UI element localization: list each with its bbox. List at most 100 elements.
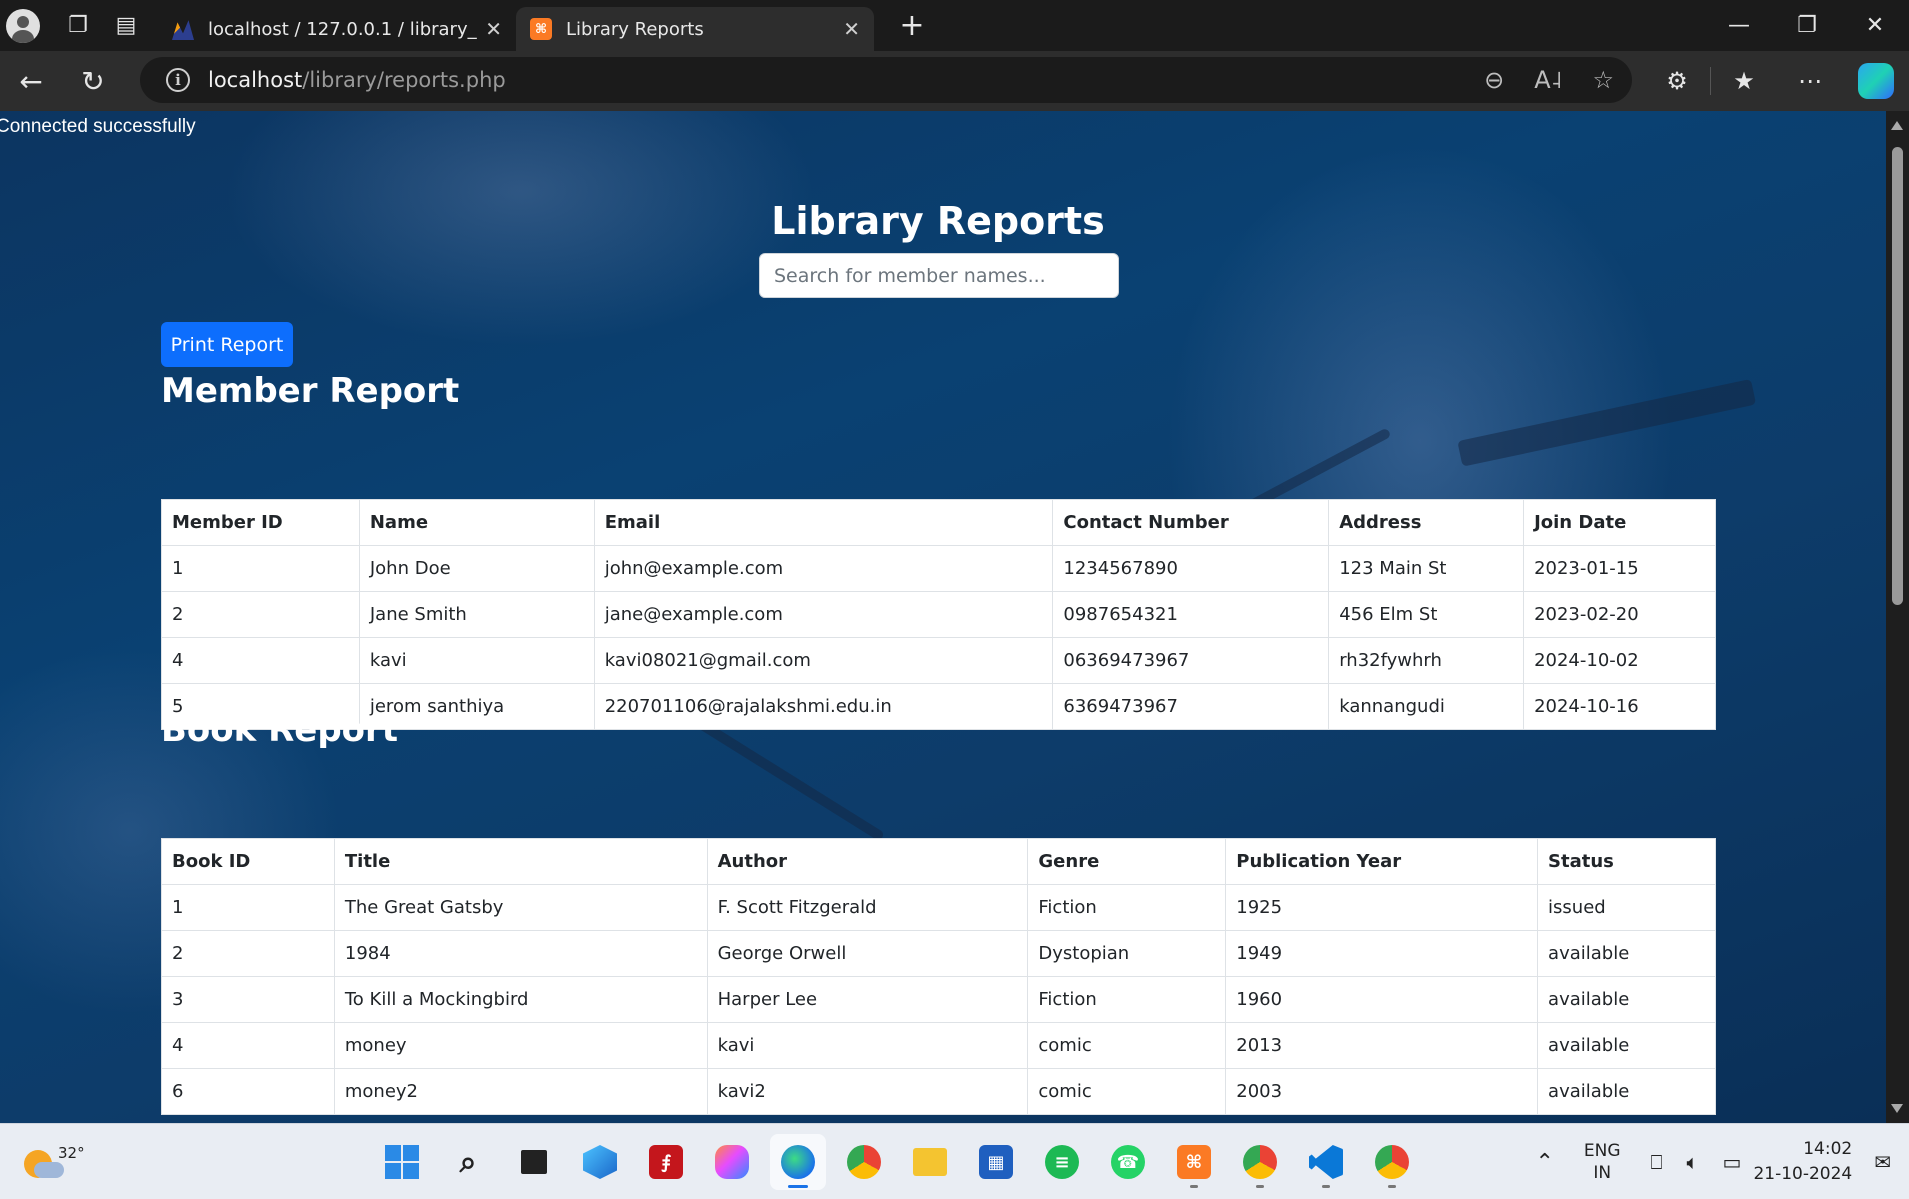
store-button[interactable]: ▦ [968,1134,1024,1190]
file-explorer-button[interactable] [902,1134,958,1190]
chrome-button[interactable] [836,1134,892,1190]
table-cell: 2023-01-15 [1523,545,1716,592]
app-cube-button[interactable] [572,1134,628,1190]
taskbar-search-button[interactable]: ⌕ [440,1134,496,1190]
print-report-button[interactable]: Print Report [161,322,293,367]
clock[interactable]: 14:02 21-10-2024 [1753,1137,1852,1187]
table-cell: 2024-10-16 [1523,683,1716,730]
task-view-button[interactable] [506,1134,562,1190]
table-cell: kavi08021@gmail.com [593,637,1054,684]
network-icon[interactable]: ⎕ [1651,1150,1663,1174]
column-header: Email [593,499,1054,546]
weather-widget[interactable]: 32° [20,1136,85,1182]
table-cell: The Great Gatsby [333,884,708,931]
page-scrollbar[interactable] [1886,111,1909,1123]
table-cell: kannangudi [1328,683,1525,730]
scroll-down-arrow-icon[interactable] [1891,1104,1903,1113]
spotify-button[interactable]: ≡ [1034,1134,1090,1190]
table-cell: 0987654321 [1052,591,1330,638]
start-button[interactable] [374,1134,430,1190]
table-row: 4 money kavi comic 2013 available [161,1022,1716,1069]
edge-icon [781,1145,815,1179]
back-icon[interactable]: ← [0,56,62,106]
close-icon[interactable]: ✕ [485,17,502,41]
table-cell: 1 [161,884,335,931]
chrome-dev-button[interactable] [1364,1134,1420,1190]
xampp-icon: ⌘ [1177,1145,1211,1179]
vertical-tabs-icon[interactable]: ▤ [102,6,150,46]
scroll-up-arrow-icon[interactable] [1891,121,1903,130]
column-header: Title [333,838,708,885]
taskbar-apps: ⌕ ⨎ ▦ ≡ ☎ ⌘ [374,1134,1420,1190]
scrollbar-thumb[interactable] [1892,147,1903,605]
whatsapp-button[interactable]: ☎ [1100,1134,1156,1190]
close-icon[interactable]: ✕ [843,17,860,41]
acrobat-button[interactable]: ⨎ [638,1134,694,1190]
copilot-app-button[interactable] [704,1134,760,1190]
table-cell: kavi2 [706,1068,1029,1115]
table-cell: comic [1027,1068,1227,1115]
table-cell: 3 [161,976,335,1023]
book-report-table: Book ID Title Author Genre Publication Year S… [161,838,1716,1115]
favorites-icon[interactable]: ★ [1711,67,1777,95]
table-cell: Jane Smith [358,591,595,638]
chevron-up-icon[interactable]: ⌃ [1535,1150,1553,1175]
table-cell: available [1537,976,1716,1023]
table-row: 2 Jane Smith jane@example.com 0987654321 456… [161,591,1716,638]
spotify-icon: ≡ [1045,1145,1079,1179]
table-cell: available [1537,1022,1716,1069]
chrome-dev-icon [1375,1145,1409,1179]
close-window-icon[interactable]: ✕ [1841,0,1909,51]
table-cell: 1984 [333,930,708,977]
region-code: IN [1593,1163,1612,1183]
table-row: 1 John Doe john@example.com 1234567890 123 M… [161,545,1716,592]
table-cell: money2 [333,1068,708,1115]
notifications-icon[interactable]: ✉ [1874,1150,1891,1174]
whatsapp-icon: ☎ [1111,1145,1145,1179]
table-cell: kavi [358,637,595,684]
table-cell: To Kill a Mockingbird [333,976,708,1023]
workspaces-icon[interactable]: ❐ [54,6,102,46]
copilot-icon[interactable] [1858,63,1894,99]
store-icon: ▦ [979,1145,1013,1179]
address-bar[interactable]: i localhost/library/reports.php ⊖ A˨ ☆ [140,57,1632,103]
table-row: 4 kavi kavi08021@gmail.com 06369473967 rh32f… [161,637,1716,684]
refresh-icon[interactable]: ↻ [62,56,124,106]
site-info-icon[interactable]: i [166,68,190,92]
language-indicator[interactable]: ENG IN [1584,1140,1621,1184]
read-aloud-icon[interactable]: A˨ [1534,66,1562,94]
table-cell: money [333,1022,708,1069]
tab-library-reports[interactable]: ⌘ Library Reports ✕ [516,7,874,51]
profile-avatar-icon[interactable] [6,8,40,43]
tab-phpmyadmin[interactable]: localhost / 127.0.0.1 / library_man ✕ [158,7,516,51]
more-menu-icon[interactable]: ⋯ [1777,67,1843,95]
system-tray: ⌃ ENG IN ⎕ 🔈︎ ▭ 14:02 21-10-2024 ✉ [1523,1124,1909,1199]
chrome-profile-button[interactable] [1232,1134,1288,1190]
table-cell: Dystopian [1027,930,1227,977]
column-header: Status [1537,838,1716,885]
zoom-out-icon[interactable]: ⊖ [1484,66,1504,94]
table-cell: 2 [161,930,335,977]
minimize-icon[interactable]: — [1705,0,1773,51]
page-viewport: Connected successfully Library Reports P… [0,111,1886,1123]
table-cell: 1949 [1225,930,1539,977]
volume-icon[interactable]: 🔈︎ [1687,1150,1699,1174]
table-row: 6 money2 kavi2 comic 2003 available [161,1068,1716,1115]
extensions-icon[interactable]: ⚙ [1644,67,1710,95]
running-indicator [1388,1185,1396,1188]
temperature: 32° [58,1144,85,1162]
edge-button[interactable] [770,1134,826,1190]
vscode-icon [1309,1145,1343,1179]
xampp-button[interactable]: ⌘ [1166,1134,1222,1190]
url-text[interactable]: localhost/library/reports.php [208,68,506,92]
new-tab-icon[interactable]: + [892,8,932,43]
battery-icon[interactable]: ▭ [1723,1150,1742,1174]
restore-icon[interactable]: ❐ [1773,0,1841,51]
connection-status: Connected successfully [0,116,196,137]
favorite-star-icon[interactable]: ☆ [1592,66,1614,94]
member-search-input[interactable] [759,253,1119,298]
vscode-button[interactable] [1298,1134,1354,1190]
column-header: Book ID [161,838,335,885]
table-cell: comic [1027,1022,1227,1069]
table-row: 1 The Great Gatsby F. Scott Fitzgerald Fict… [161,884,1716,931]
